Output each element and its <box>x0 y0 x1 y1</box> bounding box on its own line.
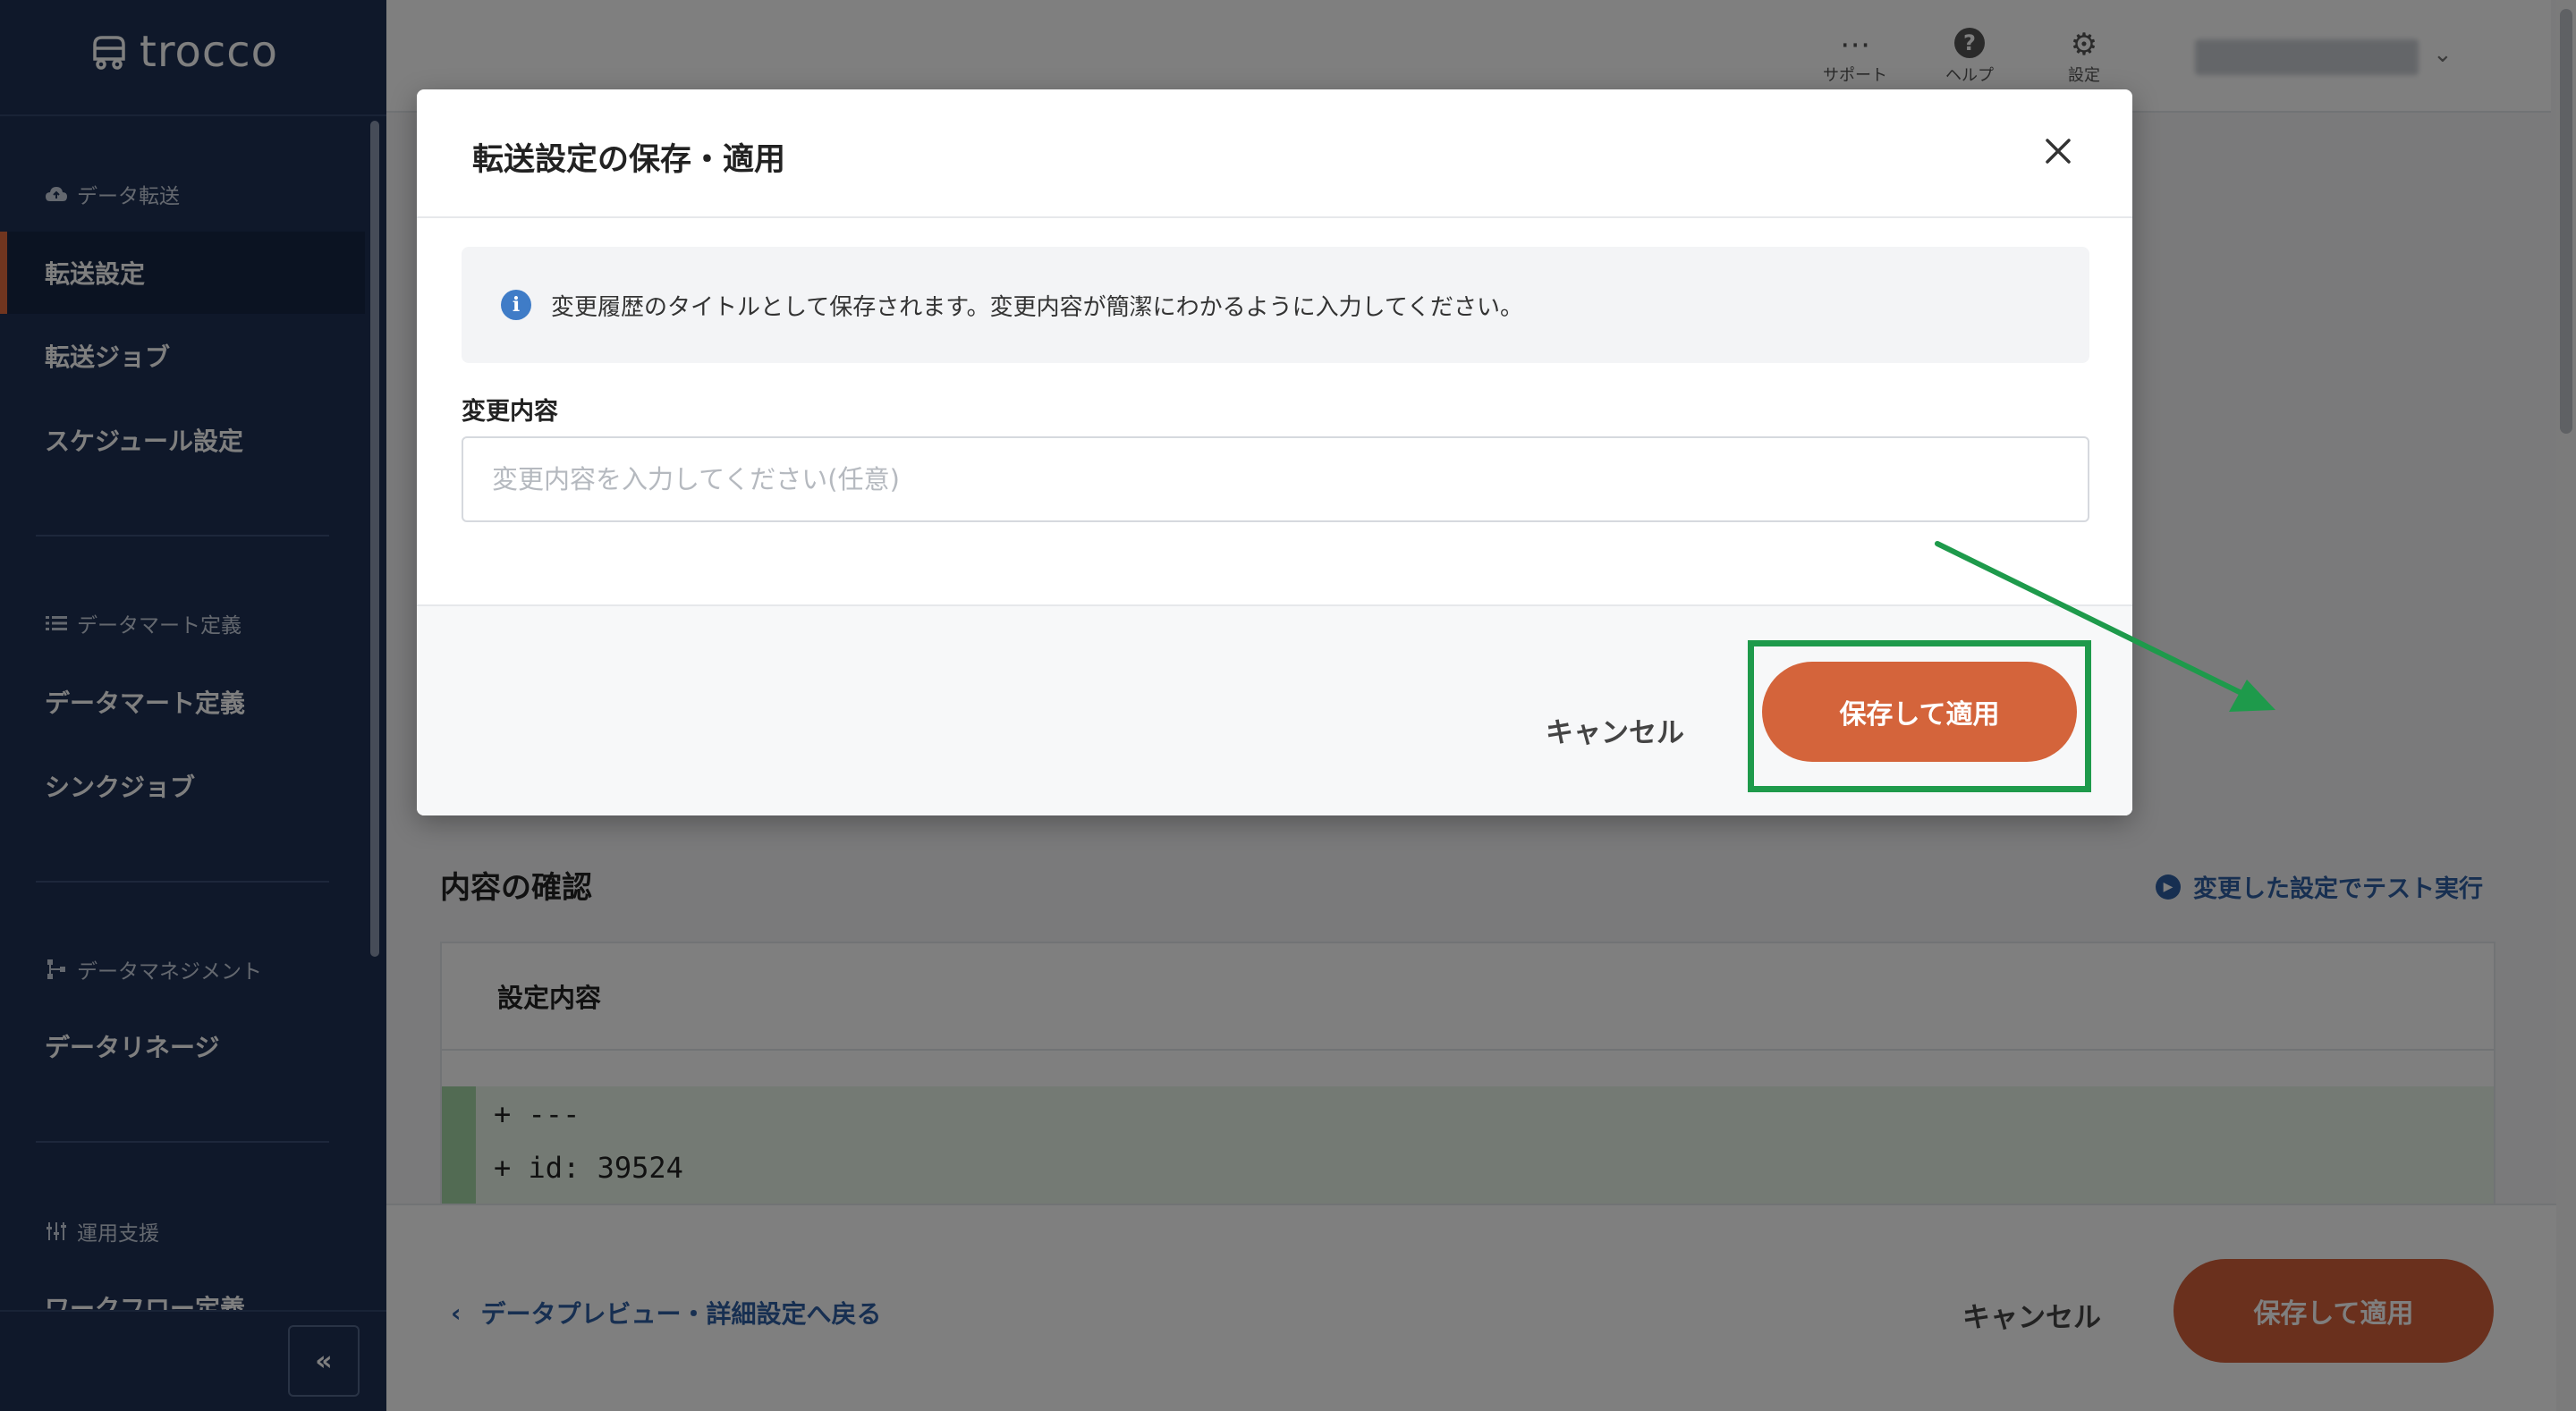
dialog-cancel-button[interactable]: キャンセル <box>1546 710 1684 750</box>
annotation-arrow-icon <box>1935 541 2275 712</box>
save-apply-dialog: 転送設定の保存・適用 i 変更履歴のタイトルとして保存されます。変更内容が簡潔に… <box>417 89 2275 815</box>
info-notice: i 変更履歴のタイトルとして保存されます。変更内容が簡潔にわかるように入力してく… <box>462 247 2089 363</box>
change-description-input[interactable] <box>462 436 2089 522</box>
info-text: 変更履歴のタイトルとして保存されます。変更内容が簡潔にわかるように入力してくださ… <box>551 293 1524 321</box>
info-icon: i <box>501 290 531 320</box>
divider <box>417 216 2132 218</box>
close-icon <box>2046 139 2071 164</box>
dialog-title: 転送設定の保存・適用 <box>472 142 786 178</box>
change-description-label: 変更内容 <box>462 398 558 426</box>
close-button[interactable] <box>2036 129 2080 173</box>
